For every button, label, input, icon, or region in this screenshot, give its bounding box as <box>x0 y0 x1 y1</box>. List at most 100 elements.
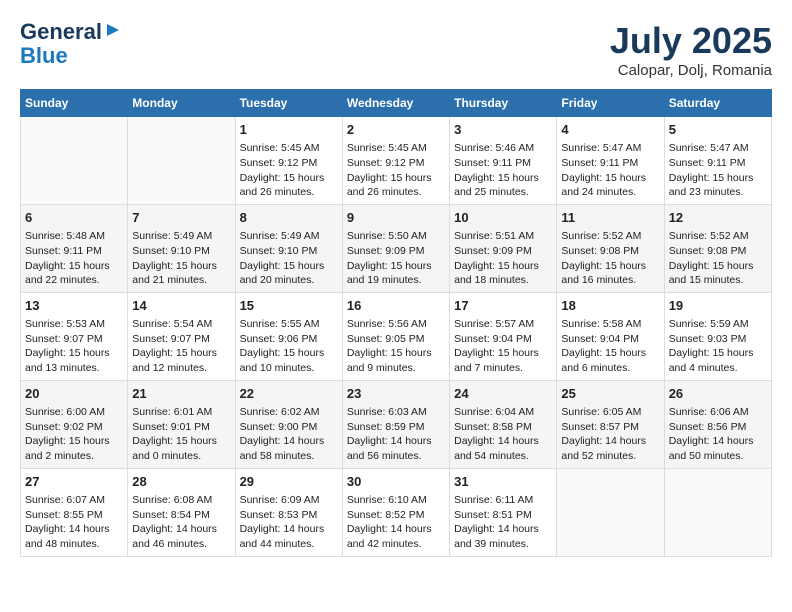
day-number: 2 <box>347 121 445 139</box>
header-saturday: Saturday <box>664 90 771 117</box>
calendar-cell: 29 Sunrise: 6:09 AM Sunset: 8:53 PM Dayli… <box>235 468 342 556</box>
week-row-1: 1Sunrise: 5:45 AM Sunset: 9:12 PM Daylig… <box>21 117 772 205</box>
day-number: 30 <box>347 473 445 491</box>
calendar-cell <box>557 468 664 556</box>
day-info: Sunrise: 6:01 AM Sunset: 9:01 PM Dayligh… <box>132 405 230 464</box>
day-number: 22 <box>240 385 338 403</box>
header-friday: Friday <box>557 90 664 117</box>
calendar-cell: 10 Sunrise: 5:51 AM Sunset: 9:09 PM Dayli… <box>450 204 557 292</box>
day-number: 14 <box>132 297 230 315</box>
day-number: 3 <box>454 121 552 139</box>
day-number: 20 <box>25 385 123 403</box>
header-monday: Monday <box>128 90 235 117</box>
day-info: Sunrise: 6:06 AM Sunset: 8:56 PM Dayligh… <box>669 405 767 464</box>
day-number: 24 <box>454 385 552 403</box>
day-number: 28 <box>132 473 230 491</box>
day-number: 15 <box>240 297 338 315</box>
calendar-cell: 2Sunrise: 5:45 AM Sunset: 9:12 PM Daylig… <box>342 117 449 205</box>
logo-line1: General <box>20 20 102 44</box>
day-number: 27 <box>25 473 123 491</box>
calendar-cell <box>21 117 128 205</box>
day-number: 29 <box>240 473 338 491</box>
day-info: Sunrise: 5:51 AM Sunset: 9:09 PM Dayligh… <box>454 229 552 288</box>
day-info: Sunrise: 5:56 AM Sunset: 9:05 PM Dayligh… <box>347 317 445 376</box>
day-info: Sunrise: 5:53 AM Sunset: 9:07 PM Dayligh… <box>25 317 123 376</box>
calendar-cell: 18Sunrise: 5:58 AM Sunset: 9:04 PM Dayli… <box>557 292 664 380</box>
logo-line2: Blue <box>20 44 68 68</box>
calendar-cell <box>664 468 771 556</box>
calendar-cell: 26 Sunrise: 6:06 AM Sunset: 8:56 PM Dayli… <box>664 380 771 468</box>
header-row: SundayMondayTuesdayWednesdayThursdayFrid… <box>21 90 772 117</box>
day-info: Sunrise: 5:55 AM Sunset: 9:06 PM Dayligh… <box>240 317 338 376</box>
day-info: Sunrise: 6:03 AM Sunset: 8:59 PM Dayligh… <box>347 405 445 464</box>
calendar-cell: 6 Sunrise: 5:48 AM Sunset: 9:11 PM Daylig… <box>21 204 128 292</box>
day-number: 16 <box>347 297 445 315</box>
header-sunday: Sunday <box>21 90 128 117</box>
day-info: Sunrise: 6:08 AM Sunset: 8:54 PM Dayligh… <box>132 493 230 552</box>
week-row-5: 27Sunrise: 6:07 AM Sunset: 8:55 PM Dayli… <box>21 468 772 556</box>
day-number: 17 <box>454 297 552 315</box>
header-wednesday: Wednesday <box>342 90 449 117</box>
day-number: 4 <box>561 121 659 139</box>
day-number: 1 <box>240 121 338 139</box>
calendar-cell: 20Sunrise: 6:00 AM Sunset: 9:02 PM Dayli… <box>21 380 128 468</box>
day-number: 21 <box>132 385 230 403</box>
day-info: Sunrise: 5:52 AM Sunset: 9:08 PM Dayligh… <box>669 229 767 288</box>
day-info: Sunrise: 5:58 AM Sunset: 9:04 PM Dayligh… <box>561 317 659 376</box>
calendar-table: SundayMondayTuesdayWednesdayThursdayFrid… <box>20 89 772 557</box>
day-number: 9 <box>347 209 445 227</box>
day-info: Sunrise: 6:05 AM Sunset: 8:57 PM Dayligh… <box>561 405 659 464</box>
day-info: Sunrise: 6:10 AM Sunset: 8:52 PM Dayligh… <box>347 493 445 552</box>
day-info: Sunrise: 5:49 AM Sunset: 9:10 PM Dayligh… <box>240 229 338 288</box>
day-info: Sunrise: 6:11 AM Sunset: 8:51 PM Dayligh… <box>454 493 552 552</box>
day-number: 25 <box>561 385 659 403</box>
day-number: 31 <box>454 473 552 491</box>
calendar-cell: 11Sunrise: 5:52 AM Sunset: 9:08 PM Dayli… <box>557 204 664 292</box>
day-number: 12 <box>669 209 767 227</box>
calendar-cell: 24 Sunrise: 6:04 AM Sunset: 8:58 PM Dayli… <box>450 380 557 468</box>
day-info: Sunrise: 5:46 AM Sunset: 9:11 PM Dayligh… <box>454 141 552 200</box>
calendar-cell: 12 Sunrise: 5:52 AM Sunset: 9:08 PM Dayli… <box>664 204 771 292</box>
calendar-cell <box>128 117 235 205</box>
logo: General Blue <box>20 20 121 68</box>
day-info: Sunrise: 6:09 AM Sunset: 8:53 PM Dayligh… <box>240 493 338 552</box>
day-number: 26 <box>669 385 767 403</box>
day-number: 10 <box>454 209 552 227</box>
calendar-cell: 13Sunrise: 5:53 AM Sunset: 9:07 PM Dayli… <box>21 292 128 380</box>
calendar-cell: 27Sunrise: 6:07 AM Sunset: 8:55 PM Dayli… <box>21 468 128 556</box>
calendar-cell: 17Sunrise: 5:57 AM Sunset: 9:04 PM Dayli… <box>450 292 557 380</box>
page-header: General Blue July 2025 Calopar, Dolj, Ro… <box>20 20 772 79</box>
day-info: Sunrise: 5:59 AM Sunset: 9:03 PM Dayligh… <box>669 317 767 376</box>
calendar-cell: 14 Sunrise: 5:54 AM Sunset: 9:07 PM Dayli… <box>128 292 235 380</box>
week-row-3: 13Sunrise: 5:53 AM Sunset: 9:07 PM Dayli… <box>21 292 772 380</box>
day-info: Sunrise: 5:54 AM Sunset: 9:07 PM Dayligh… <box>132 317 230 376</box>
day-number: 11 <box>561 209 659 227</box>
day-number: 7 <box>132 209 230 227</box>
day-number: 6 <box>25 209 123 227</box>
day-info: Sunrise: 6:04 AM Sunset: 8:58 PM Dayligh… <box>454 405 552 464</box>
calendar-cell: 23Sunrise: 6:03 AM Sunset: 8:59 PM Dayli… <box>342 380 449 468</box>
calendar-cell: 8 Sunrise: 5:49 AM Sunset: 9:10 PM Daylig… <box>235 204 342 292</box>
day-info: Sunrise: 5:49 AM Sunset: 9:10 PM Dayligh… <box>132 229 230 288</box>
title-block: July 2025 Calopar, Dolj, Romania <box>610 20 772 79</box>
day-number: 19 <box>669 297 767 315</box>
calendar-cell: 25 Sunrise: 6:05 AM Sunset: 8:57 PM Dayli… <box>557 380 664 468</box>
logo-arrow-icon <box>105 22 121 43</box>
day-info: Sunrise: 5:50 AM Sunset: 9:09 PM Dayligh… <box>347 229 445 288</box>
header-tuesday: Tuesday <box>235 90 342 117</box>
calendar-cell: 3 Sunrise: 5:46 AM Sunset: 9:11 PM Daylig… <box>450 117 557 205</box>
day-info: Sunrise: 5:47 AM Sunset: 9:11 PM Dayligh… <box>561 141 659 200</box>
calendar-cell: 4 Sunrise: 5:47 AM Sunset: 9:11 PM Daylig… <box>557 117 664 205</box>
calendar-cell: 21 Sunrise: 6:01 AM Sunset: 9:01 PM Dayli… <box>128 380 235 468</box>
day-number: 8 <box>240 209 338 227</box>
calendar-cell: 30 Sunrise: 6:10 AM Sunset: 8:52 PM Dayli… <box>342 468 449 556</box>
calendar-cell: 9 Sunrise: 5:50 AM Sunset: 9:09 PM Daylig… <box>342 204 449 292</box>
month-year: July 2025 <box>610 20 772 62</box>
day-info: Sunrise: 5:48 AM Sunset: 9:11 PM Dayligh… <box>25 229 123 288</box>
day-number: 5 <box>669 121 767 139</box>
day-info: Sunrise: 6:02 AM Sunset: 9:00 PM Dayligh… <box>240 405 338 464</box>
calendar-cell: 1Sunrise: 5:45 AM Sunset: 9:12 PM Daylig… <box>235 117 342 205</box>
calendar-cell: 19 Sunrise: 5:59 AM Sunset: 9:03 PM Dayli… <box>664 292 771 380</box>
header-thursday: Thursday <box>450 90 557 117</box>
calendar-cell: 5Sunrise: 5:47 AM Sunset: 9:11 PM Daylig… <box>664 117 771 205</box>
